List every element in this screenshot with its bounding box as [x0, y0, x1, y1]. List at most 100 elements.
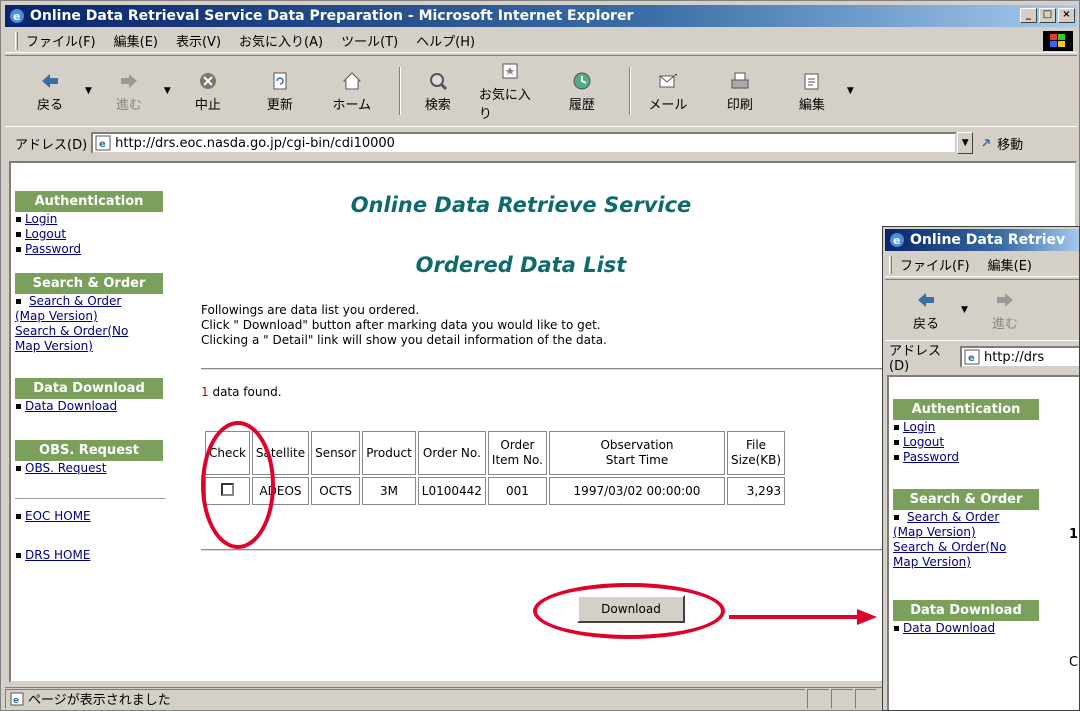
col-start-time: Observation Start Time: [548, 431, 725, 475]
inset-address-bar: アドレス(D) e http://drs: [885, 343, 1079, 374]
menu-file[interactable]: ファイル(F): [26, 31, 96, 50]
inset-address-url: http://drs: [983, 349, 1045, 365]
sidebar-link-obs[interactable]: OBS. Request: [15, 461, 173, 476]
minimize-button[interactable]: _: [1020, 8, 1037, 23]
home-label: ホーム: [332, 97, 372, 113]
intro-line-2: Click " Download" button after marking d…: [201, 318, 601, 332]
menu-view[interactable]: 表示(V): [176, 31, 221, 50]
inset-address-input[interactable]: e http://drs: [959, 346, 1079, 368]
inset-link-search-nomap[interactable]: Search & Order(No: [893, 540, 1053, 555]
print-icon: [731, 72, 749, 88]
sidebar-heading-search: Search & Order: [15, 273, 163, 294]
stop-button[interactable]: 中止: [177, 70, 239, 113]
menu-tools[interactable]: ツール(T): [341, 31, 398, 50]
sidebar-link-search-nomap-cont[interactable]: Map Version): [15, 339, 173, 354]
inset-link-logout[interactable]: Logout: [893, 435, 1053, 450]
refresh-button[interactable]: 更新: [249, 70, 311, 113]
sidebar-link-login[interactable]: Login: [15, 212, 173, 227]
address-dropdown-icon[interactable]: ▼: [957, 132, 974, 154]
svg-text:e: e: [13, 696, 19, 706]
go-button[interactable]: 移動: [981, 134, 1023, 153]
home-icon: [342, 71, 362, 89]
inset-link-login[interactable]: Login: [893, 420, 1053, 435]
search-label: 検索: [424, 97, 451, 113]
ie-logo-icon: e: [10, 9, 24, 23]
status-text-area: e ページが表示されました: [5, 688, 805, 709]
menu-help[interactable]: ヘルプ(H): [416, 31, 475, 50]
menu-favorites[interactable]: お気に入り(A): [239, 31, 323, 50]
sidebar-link-download[interactable]: Data Download: [15, 399, 173, 414]
window-title: Online Data Retrieval Service Data Prepa…: [30, 8, 634, 24]
go-label: 移動: [997, 137, 1024, 153]
menu-edit[interactable]: 編集(E): [114, 31, 158, 50]
inset-menu-edit[interactable]: 編集(E): [988, 255, 1032, 274]
back-button[interactable]: 戻る: [19, 70, 81, 113]
inset-heading-search: Search & Order: [893, 489, 1039, 510]
results-count-number: 1: [201, 385, 209, 399]
inset-back-arrow-icon: [918, 292, 934, 307]
inset-menu-bar: ファイル(F) 編集(E): [885, 253, 1079, 277]
inset-link-password[interactable]: Password: [893, 450, 1053, 465]
sidebar-link-search-nomap[interactable]: Search & Order(No: [15, 324, 173, 339]
page-icon: e: [95, 135, 111, 151]
svg-text:e: e: [99, 139, 106, 150]
sidebar-link-logout[interactable]: Logout: [15, 227, 173, 242]
sidebar-link-drs-home[interactable]: DRS HOME: [15, 548, 173, 563]
close-button[interactable]: ×: [1058, 8, 1075, 23]
inset-forward-arrow-icon: [996, 292, 1013, 307]
col-file-size: File Size(KB): [726, 431, 786, 475]
sidebar-link-search-map-cont[interactable]: (Map Version): [15, 309, 173, 324]
cell-sensor: OCTS: [311, 477, 361, 505]
search-button[interactable]: 検索: [407, 70, 469, 113]
history-label: 履歴: [568, 97, 595, 113]
forward-label: 進む: [115, 97, 142, 113]
inset-link-search-map-cont[interactable]: (Map Version): [893, 525, 1053, 540]
inset-address-label: アドレス(D): [889, 344, 942, 374]
forward-dropdown-icon[interactable]: ▼: [164, 86, 171, 96]
address-input[interactable]: e http://drs.eoc.nasda.go.jp/cgi-bin/cdi…: [91, 132, 958, 154]
inset-heading-authentication: Authentication: [893, 399, 1039, 420]
history-button[interactable]: 履歴: [551, 70, 613, 113]
inset-window-title: Online Data Retriev: [910, 232, 1066, 248]
back-dropdown-icon[interactable]: ▼: [85, 86, 92, 96]
mail-button[interactable]: メール: [637, 70, 699, 113]
inset-link-download[interactable]: Data Download: [893, 621, 1053, 636]
print-label: 印刷: [726, 97, 753, 113]
inset-ie-logo-icon: e: [890, 233, 904, 247]
address-bar: アドレス(D) e http://drs.eoc.nasda.go.jp/cgi…: [5, 129, 1077, 157]
intro-line-3: Clicking a " Detail" link will show you …: [201, 333, 607, 347]
sidebar-link-password[interactable]: Password: [15, 242, 173, 257]
status-cell: [855, 688, 877, 709]
inset-back-label: 戻る: [912, 316, 939, 332]
table-header-row: Check Satellite Sensor Product Order No.…: [205, 431, 786, 475]
refresh-label: 更新: [266, 97, 293, 113]
inset-back-dropdown-icon[interactable]: ▼: [961, 305, 968, 315]
print-button[interactable]: 印刷: [709, 70, 771, 113]
page-title: Online Data Retrieve Service: [350, 193, 692, 217]
inset-forward-button[interactable]: 進む: [974, 289, 1036, 332]
inset-back-button[interactable]: 戻る: [895, 289, 957, 332]
stop-label: 中止: [194, 97, 221, 113]
edit-dropdown-icon[interactable]: ▼: [847, 86, 854, 96]
favorites-button[interactable]: お気に入り: [479, 60, 541, 122]
status-cell: [807, 688, 829, 709]
sidebar-link-search-map[interactable]: Search & Order: [15, 294, 173, 309]
cell-order-no: L0100442: [417, 477, 486, 505]
inset-link-search-map[interactable]: Search & Order: [893, 510, 1053, 525]
inset-menu-file[interactable]: ファイル(F): [900, 255, 970, 274]
home-button[interactable]: ホーム: [321, 70, 383, 113]
inset-heading-download: Data Download: [893, 600, 1039, 621]
sidebar-link-eoc-home[interactable]: EOC HOME: [15, 509, 173, 524]
edit-button[interactable]: 編集: [781, 70, 843, 113]
maximize-button[interactable]: □: [1039, 8, 1056, 23]
inset-link-search-nomap-cont[interactable]: Map Version): [893, 555, 1053, 570]
col-order-no: Order No.: [417, 431, 486, 475]
inset-toolbar: 戻る ▼ 進む: [885, 279, 1079, 341]
cell-file-size: 3,293: [726, 477, 786, 505]
forward-button[interactable]: 進む: [98, 70, 160, 113]
divider-bottom: [201, 549, 891, 551]
cell-start-time: 1997/03/02 00:00:00: [548, 477, 725, 505]
inset-link-search-map-line1: Search & Order: [907, 510, 1000, 524]
divider-top: [201, 368, 891, 370]
cell-item-no: 001: [487, 477, 547, 505]
